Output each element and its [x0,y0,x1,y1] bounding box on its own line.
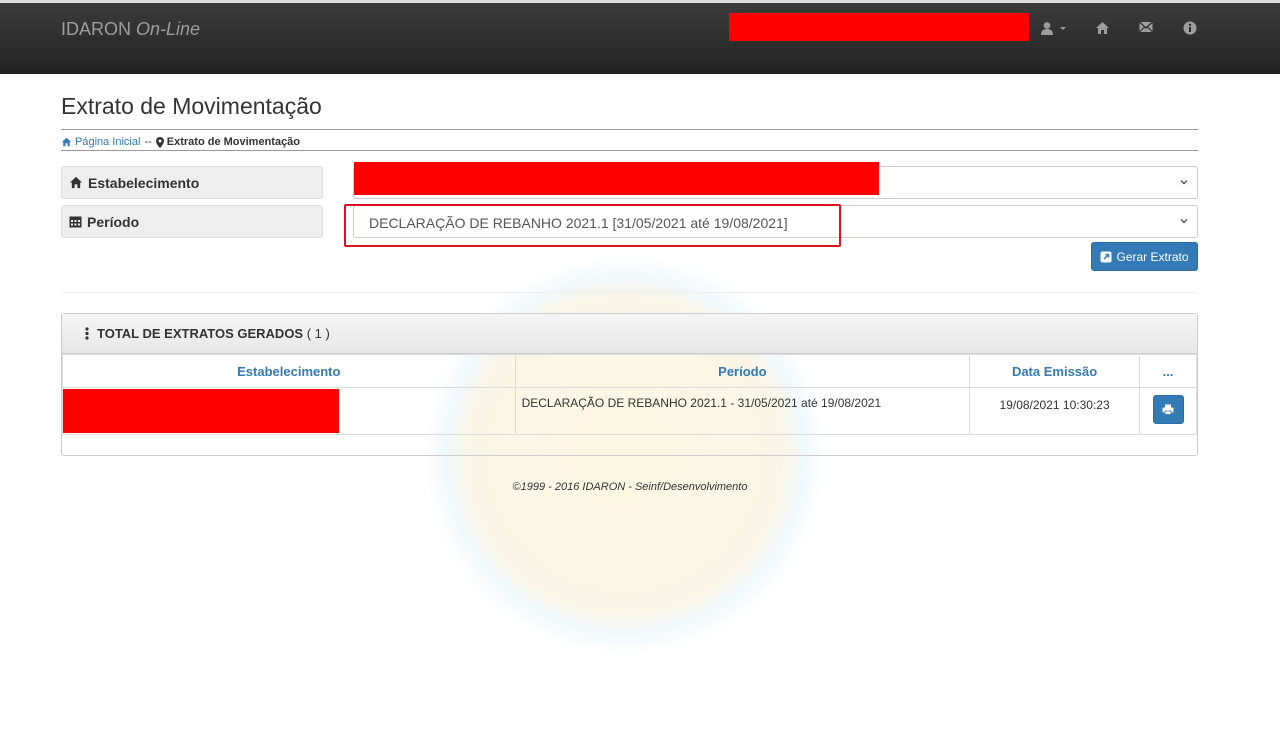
top-navbar: IDARON On-Line [0,0,1280,74]
breadcrumb: Página Inicial -- Extrato de Movimentaçã… [61,129,1198,151]
periodo-label: Período [61,205,323,238]
extratos-table: Estabelecimento Período Data Emissão ...… [62,354,1197,435]
home-link[interactable] [1095,21,1110,35]
table-header-row: Estabelecimento Período Data Emissão ... [62,354,1197,388]
cell-data-emissao: 19/08/2021 10:30:23 [969,387,1140,435]
home-icon [69,176,83,189]
redacted-username [729,13,1029,41]
brand-suffix: On-Line [136,19,201,39]
user-icon [1041,22,1053,35]
brand-logo[interactable]: IDARON On-Line [61,19,200,40]
cell-actions [1139,387,1197,435]
info-icon [1183,21,1197,35]
user-menu[interactable] [1040,21,1068,35]
cell-estabelecimento [62,387,516,435]
panel-title: TOTAL DE EXTRATOS GERADOS [97,326,304,341]
breadcrumb-separator: -- [144,136,152,148]
column-header-estabelecimento[interactable]: Estabelecimento [62,354,516,388]
chevron-down-icon [1180,180,1188,185]
estabelecimento-label: Estabelecimento [61,166,323,199]
caret-down-icon [1060,27,1066,30]
periodo-highlight-annotation [344,204,841,247]
footer-copyright: ©1999 - 2016 IDARON - Seinf/Desenvolvime… [512,481,748,493]
envelope-icon [1139,21,1153,33]
estabelecimento-label-text: Estabelecimento [88,174,200,191]
vertical-ellipsis-icon [85,327,89,340]
extratos-panel: TOTAL DE EXTRATOS GERADOS ( 1 ) Estabele… [61,313,1198,456]
map-marker-icon [155,136,164,148]
home-icon [1096,22,1109,34]
calendar-icon [69,216,82,228]
column-header-periodo[interactable]: Período [514,354,971,388]
redacted-estabelecimento-cell [63,389,339,433]
section-divider [61,292,1198,293]
column-header-actions: ... [1139,354,1197,388]
breadcrumb-home-label: Página Inicial [75,136,141,148]
panel-count: ( 1 ) [306,326,330,341]
print-icon [1162,404,1174,415]
breadcrumb-current: Extrato de Movimentação [155,136,301,148]
messages-link[interactable] [1139,21,1153,33]
periodo-label-text: Período [87,213,140,230]
gerar-extrato-button[interactable]: Gerar Extrato [1091,242,1198,271]
table-row: DECLARAÇÃO DE REBANHO 2021.1 - 31/05/202… [62,387,1197,435]
external-link-icon [1100,251,1112,262]
info-link[interactable] [1183,21,1197,35]
breadcrumb-current-label: Extrato de Movimentação [166,136,301,148]
home-icon [61,137,72,147]
page-title: Extrato de Movimentação [61,93,322,119]
breadcrumb-home-link[interactable]: Página Inicial [61,136,140,148]
chevron-down-icon [1180,219,1188,224]
panel-heading: TOTAL DE EXTRATOS GERADOS ( 1 ) [62,314,1197,354]
redacted-estabelecimento-value [354,162,879,195]
column-header-data-emissao[interactable]: Data Emissão [969,354,1140,388]
cell-periodo: DECLARAÇÃO DE REBANHO 2021.1 - 31/05/202… [514,387,971,435]
gerar-extrato-label: Gerar Extrato [1116,249,1189,264]
brand-name: IDARON [61,19,132,39]
print-button[interactable] [1152,395,1184,424]
